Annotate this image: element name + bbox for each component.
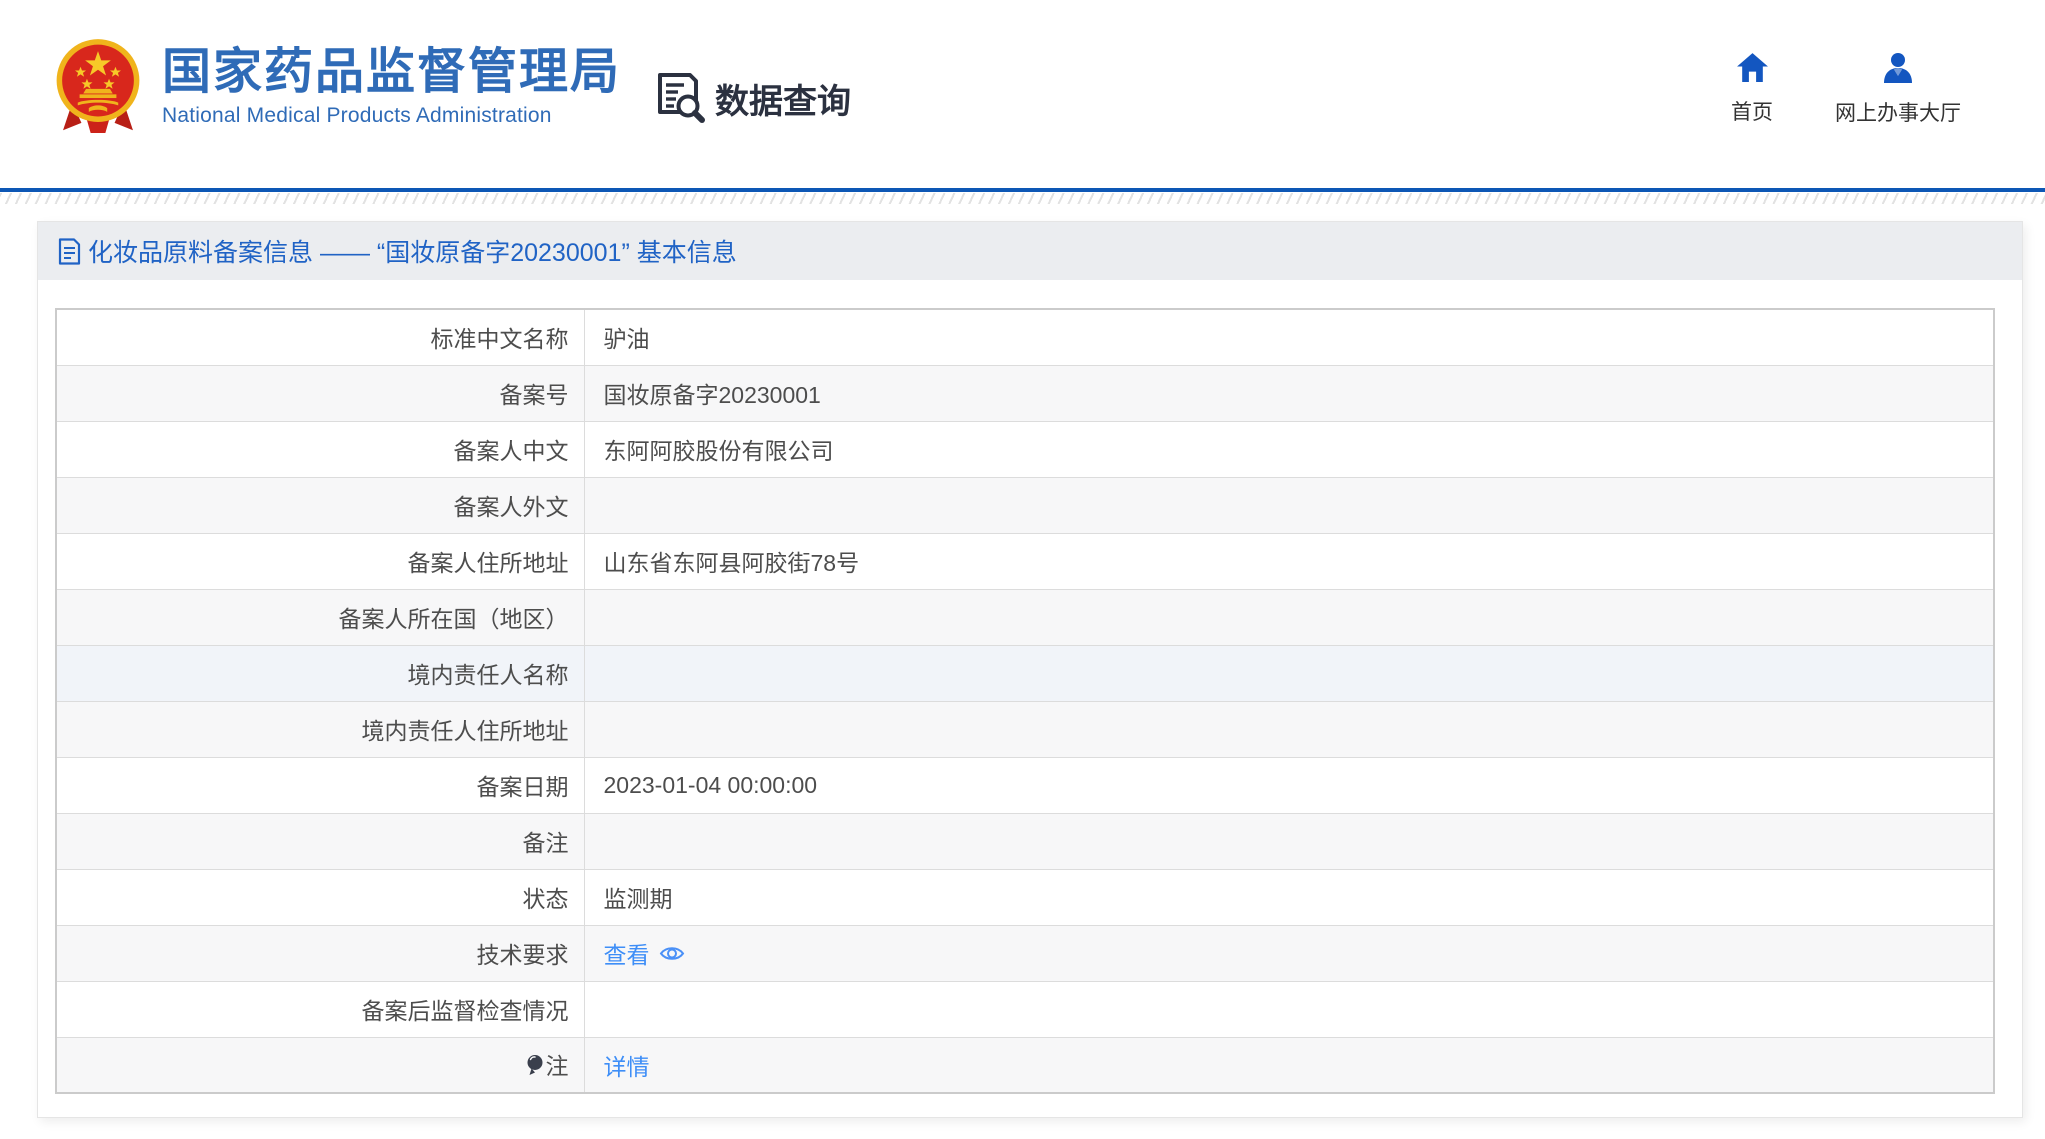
row-value <box>584 813 1994 869</box>
table-row: 注 详情 <box>56 1037 1994 1093</box>
row-label-text: 标准中文名称 <box>431 326 569 352</box>
row-label-text: 备案号 <box>500 382 569 408</box>
bulb-icon <box>526 1054 543 1077</box>
link-text: 详情 <box>604 1048 650 1082</box>
table-row: 备案人所在国（地区） <box>56 589 1994 645</box>
row-label: 备案人中文 <box>56 421 584 477</box>
data-query-tab[interactable]: 数据查询 <box>652 68 851 128</box>
row-value: 国妆原备字20230001 <box>584 365 1994 421</box>
data-query-label: 数据查询 <box>715 74 851 123</box>
row-value <box>584 981 1994 1037</box>
row-label: 境内责任人住所地址 <box>56 701 584 757</box>
row-label-text: 技术要求 <box>477 942 569 968</box>
link-text: 查看 <box>604 936 650 970</box>
row-value <box>584 589 1994 645</box>
row-label: 注 <box>56 1037 584 1093</box>
table-row: 标准中文名称驴油 <box>56 309 1994 365</box>
view-tech-requirements-link[interactable]: 查看 <box>604 936 685 970</box>
nmpa-logo[interactable]: 国家药品监督管理局 National Medical Products Admi… <box>52 36 621 138</box>
table-row: 备案人外文 <box>56 477 1994 533</box>
table-row: 技术要求 查看 <box>56 925 1994 981</box>
row-label: 备案后监督检查情况 <box>56 981 584 1037</box>
row-label: 备案人住所地址 <box>56 533 584 589</box>
row-label: 备案号 <box>56 365 584 421</box>
header-nav: 首页 网上办事大厅 <box>1731 52 1961 127</box>
row-label: 备案人外文 <box>56 477 584 533</box>
row-label-text: 备案人中文 <box>454 438 569 464</box>
row-label-text: 备案日期 <box>477 774 569 800</box>
nav-home[interactable]: 首页 <box>1731 52 1773 127</box>
logo-text: 国家药品监督管理局 National Medical Products Admi… <box>162 46 621 129</box>
row-value: 驴油 <box>584 309 1994 365</box>
row-label-text: 注 <box>546 1053 569 1079</box>
table-row: 备案后监督检查情况 <box>56 981 1994 1037</box>
site-title-en: National Medical Products Administration <box>162 104 621 128</box>
row-label-text: 备案人所在国（地区） <box>339 606 569 632</box>
row-value: 山东省东阿县阿胶街78号 <box>584 533 1994 589</box>
site-header: 国家药品监督管理局 National Medical Products Admi… <box>0 0 2045 188</box>
row-label: 境内责任人名称 <box>56 645 584 701</box>
row-value: 详情 <box>584 1037 1994 1093</box>
table-row: 备案人中文东阿阿胶股份有限公司 <box>56 421 1994 477</box>
panel-title-bar: 化妆品原料备案信息 —— “国妆原备字20230001” 基本信息 <box>38 222 2022 280</box>
content-panel: 化妆品原料备案信息 —— “国妆原备字20230001” 基本信息 标准中文名称… <box>37 221 2023 1118</box>
nav-service-hall-label: 网上办事大厅 <box>1835 97 1961 127</box>
table-row: 状态监测期 <box>56 869 1994 925</box>
user-icon <box>1881 52 1915 84</box>
eye-icon <box>659 944 685 963</box>
row-label-text: 备案人住所地址 <box>408 550 569 576</box>
home-icon <box>1736 52 1769 83</box>
row-label: 状态 <box>56 869 584 925</box>
panel-title-text: 化妆品原料备案信息 —— “国妆原备字20230001” 基本信息 <box>88 233 737 269</box>
row-value: 查看 <box>584 925 1994 981</box>
table-row: 备案号国妆原备字20230001 <box>56 365 1994 421</box>
nav-service-hall[interactable]: 网上办事大厅 <box>1835 52 1961 127</box>
row-label: 备注 <box>56 813 584 869</box>
row-label-text: 状态 <box>523 886 569 912</box>
row-label-text: 境内责任人住所地址 <box>362 718 569 744</box>
row-value <box>584 701 1994 757</box>
table-row: 境内责任人住所地址 <box>56 701 1994 757</box>
national-emblem-icon <box>52 36 144 138</box>
row-label: 备案日期 <box>56 757 584 813</box>
note-details-link[interactable]: 详情 <box>604 1048 650 1082</box>
row-value <box>584 477 1994 533</box>
row-label-text: 备案人外文 <box>454 494 569 520</box>
row-value <box>584 645 1994 701</box>
table-row: 境内责任人名称 <box>56 645 1994 701</box>
document-icon <box>58 238 81 265</box>
header-divider <box>0 188 2045 192</box>
document-search-icon <box>652 72 706 124</box>
row-value: 东阿阿胶股份有限公司 <box>584 421 1994 477</box>
row-label: 备案人所在国（地区） <box>56 589 584 645</box>
row-label: 标准中文名称 <box>56 309 584 365</box>
site-title-cn: 国家药品监督管理局 <box>162 46 621 100</box>
nav-home-label: 首页 <box>1731 96 1773 126</box>
detail-table: 标准中文名称驴油备案号国妆原备字20230001备案人中文东阿阿胶股份有限公司备… <box>55 308 1995 1094</box>
row-label-text: 备案后监督检查情况 <box>362 998 569 1024</box>
row-value: 2023-01-04 00:00:00 <box>584 757 1994 813</box>
table-row: 备案人住所地址山东省东阿县阿胶街78号 <box>56 533 1994 589</box>
hatch-strip <box>0 193 2045 204</box>
row-label-text: 境内责任人名称 <box>408 662 569 688</box>
row-value: 监测期 <box>584 869 1994 925</box>
table-row: 备注 <box>56 813 1994 869</box>
table-row: 备案日期 2023-01-04 00:00:00 <box>56 757 1994 813</box>
row-label-text: 备注 <box>523 830 569 856</box>
row-label: 技术要求 <box>56 925 584 981</box>
